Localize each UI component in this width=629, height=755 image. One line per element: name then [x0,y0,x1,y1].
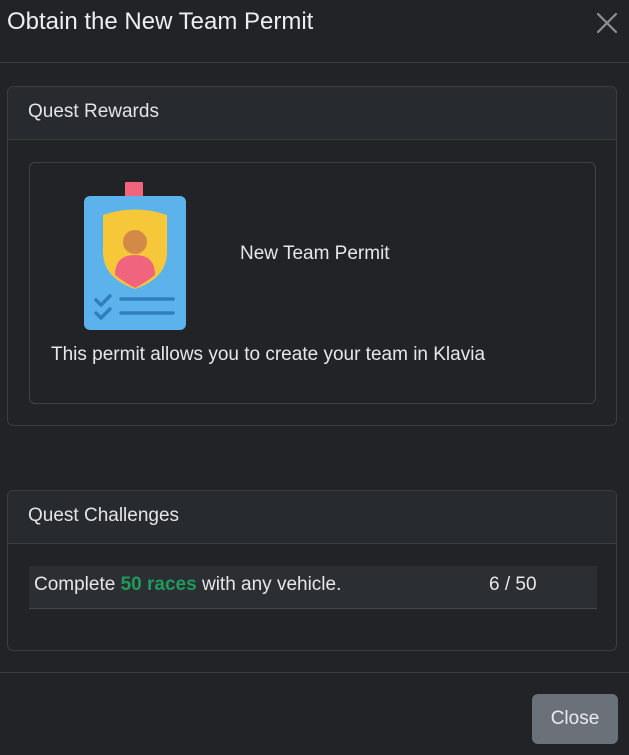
challenge-progress: 6 / 50 [489,574,537,595]
quest-rewards-card: Quest Rewards New Team Permit This permi… [7,86,617,426]
quest-challenges-header: Quest Challenges [8,491,616,544]
reward-item: New Team Permit This permit allows you t… [29,162,596,404]
modal-header: Obtain the New Team Permit [0,0,629,63]
quest-challenges-card: Quest Challenges Complete 50 races with … [7,490,617,651]
challenge-text-before: Complete [34,574,121,595]
challenge-row: Complete 50 races with any vehicle. 6 / … [29,566,597,609]
close-icon[interactable] [595,11,619,35]
challenge-text-after: with any vehicle. [196,574,342,595]
reward-description: This permit allows you to create your te… [51,344,486,365]
quest-modal: Obtain the New Team Permit Quest Rewards [0,0,629,755]
challenge-text: Complete 50 races with any vehicle. [34,566,341,604]
modal-footer: Close [0,672,629,755]
close-button[interactable]: Close [532,694,618,744]
challenge-highlight: 50 races [120,574,197,595]
id-badge-icon [84,182,186,330]
quest-rewards-header: Quest Rewards [8,87,616,140]
reward-name: New Team Permit [240,243,390,264]
modal-title: Obtain the New Team Permit [7,8,314,35]
